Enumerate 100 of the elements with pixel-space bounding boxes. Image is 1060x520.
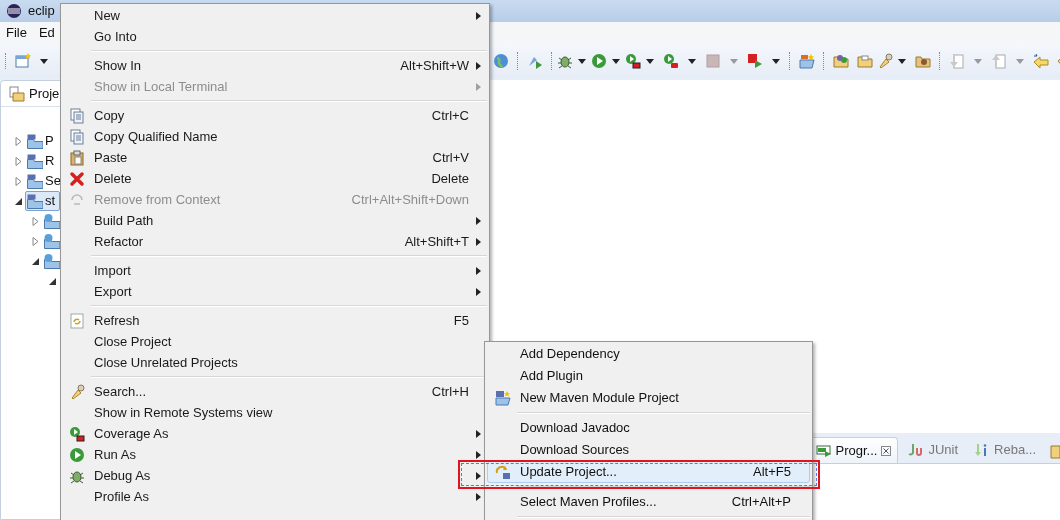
close-icon[interactable] [881,445,892,456]
expanded-triangle-icon[interactable] [15,196,23,206]
menu-item[interactable]: Download Sources [487,439,810,461]
project-folder-icon [44,233,60,249]
stop-run-icon[interactable] [747,53,763,69]
caret-icon[interactable] [646,58,654,64]
menu-item[interactable]: Add Dependency [487,343,810,365]
menu-item[interactable]: Go Into [63,26,487,47]
shortcut-label: Ctrl+Alt+Shift+Down [351,190,469,209]
menu-item[interactable]: Select Maven Profiles... Ctrl+Alt+P [487,491,810,513]
expanded-triangle-icon[interactable] [49,276,57,286]
view-tab[interactable]: Reba... [968,437,1042,463]
collapsed-triangle-icon[interactable] [15,156,23,166]
project-folder-icon [44,253,60,269]
update-icon [494,464,511,480]
menu-item[interactable]: Refresh F5 [63,310,487,331]
progress-icon [815,443,832,458]
folder-icon[interactable] [857,53,873,69]
run-icon [591,53,607,69]
submenu-arrow-icon [475,287,481,296]
delete-icon [69,170,85,187]
menu-item[interactable]: Download Javadoc [487,417,810,439]
submenu-arrow-icon [475,266,481,275]
submenu-arrow-icon [475,82,481,91]
submenu-arrow-icon [475,429,481,438]
collapsed-triangle-icon[interactable] [15,136,23,146]
menu-item[interactable]: Copy Qualified Name [63,126,487,147]
project-folder-icon [44,213,60,229]
back-arrow-icon[interactable] [1033,53,1049,69]
caret-icon[interactable] [898,58,906,64]
folder-icon[interactable] [833,53,849,69]
collapsed-triangle-icon[interactable] [15,176,23,186]
project-folder-icon [27,193,43,209]
folder-icon[interactable] [915,53,931,69]
coverage-icon [625,53,641,69]
project-folder-icon [27,173,43,189]
tree-item[interactable]: P [25,131,59,151]
project-folder-icon [27,153,43,169]
menu-item[interactable]: Import [63,260,487,281]
collapsed-triangle-icon[interactable] [32,236,40,246]
junit-icon [908,443,925,457]
menu-item[interactable]: Export [63,281,487,302]
menu-item[interactable]: New [63,5,487,26]
tree-item[interactable]: st [25,191,61,211]
caret-icon[interactable] [612,58,620,64]
menu-item[interactable]: Debug As [63,465,487,486]
globe-icon[interactable] [493,53,509,69]
menu-item[interactable]: Delete Delete [63,168,487,189]
document-stack-icon [69,128,85,145]
app-logo-icon [6,3,22,19]
new-window-icon[interactable] [15,53,31,69]
menu-item[interactable]: Run As [63,444,487,465]
shortcut-label: Ctrl+C [431,106,469,125]
menu-item[interactable]: Add Plugin [487,365,810,387]
menu-bar-item[interactable]: Ed [38,23,55,43]
project-folder-icon [27,133,43,149]
collapsed-triangle-icon[interactable] [32,216,40,226]
expanded-triangle-icon[interactable] [32,256,40,266]
submenu-arrow-icon [475,11,481,20]
submenu-arrow-icon [475,216,481,225]
caret-icon[interactable] [772,58,780,64]
view-tab[interactable]: Proje [29,83,60,104]
document-stack-icon [69,107,85,124]
menu-item[interactable]: Profile As [63,486,487,507]
menu-bar-item[interactable]: File [6,23,27,43]
submenu-arrow-icon [475,450,481,459]
remove-icon [69,191,85,208]
menu-item[interactable]: Close Unrelated Projects [63,352,487,373]
menu-item[interactable]: Refactor Alt+Shift+T [63,231,487,252]
shortcut-label: Alt+Shift+W [400,56,469,75]
maven-folder-icon [494,390,511,406]
window-title: eclip [28,2,55,21]
submenu-arrow-icon [475,237,481,246]
menu-item[interactable]: Close Project [63,331,487,352]
menu-item[interactable]: Search... Ctrl+H [63,381,487,402]
tree-item[interactable]: R [25,151,60,171]
submenu-arrow-icon [475,492,481,501]
bug-icon [557,53,573,69]
shortcut-label: Delete [431,169,469,188]
folder-icon [1050,443,1060,459]
shortcut-label: Alt+F5 [753,463,792,482]
caret-icon[interactable] [578,58,586,64]
shortcut-label: Ctrl+Alt+P [731,493,792,512]
flashlight-icon [69,383,85,400]
view-tab[interactable]: JUnit [902,437,965,463]
run-external-icon[interactable] [663,53,679,69]
menu-item[interactable]: Copy Ctrl+C [63,105,487,126]
shortcut-label: F5 [453,311,469,330]
folder-icon[interactable] [799,53,815,69]
menu-item[interactable]: Coverage As [63,423,487,444]
caret-icon[interactable] [688,58,696,64]
tree-item[interactable]: Se [25,171,66,191]
shortcut-label: Alt+Shift+T [404,232,469,251]
menu-item[interactable]: Paste Ctrl+V [63,147,487,168]
menu-item[interactable]: New Maven Module Project [487,387,810,409]
menu-item[interactable]: Show in Remote Systems view [63,402,487,423]
menu-item[interactable]: Build Path [63,210,487,231]
submenu-arrow-icon [475,61,481,70]
package-icon [9,85,25,102]
caret-icon[interactable] [40,58,48,64]
